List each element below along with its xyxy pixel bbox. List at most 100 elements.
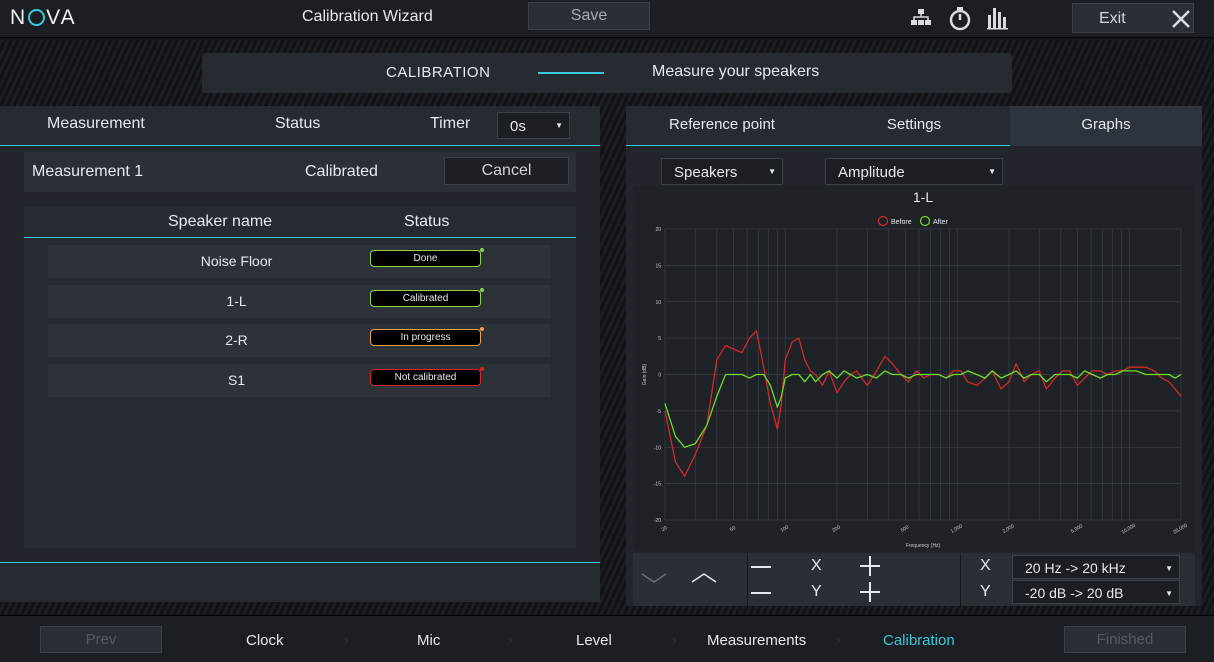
- zoom-in-x-icon[interactable]: [859, 555, 881, 577]
- x-tick-label: 20: [661, 525, 669, 533]
- y-range-value: -20 dB -> 20 dB: [1025, 585, 1124, 601]
- mode-select-value: Amplitude: [838, 164, 905, 181]
- y-tick-label: 15: [655, 263, 661, 269]
- top-bar: N VA Calibration Wizard Save Exit: [0, 0, 1214, 38]
- prev-button[interactable]: Prev: [40, 626, 162, 653]
- y-tick-label: 5: [658, 336, 661, 342]
- speaker-name: 2-R: [225, 332, 248, 348]
- speaker-row[interactable]: 1-L Calibrated: [48, 285, 551, 318]
- zoom-in-y-icon[interactable]: [859, 581, 881, 603]
- x-tick-label: 1,000: [950, 523, 964, 535]
- header-speaker-name: Speaker name: [168, 213, 273, 230]
- cancel-button[interactable]: Cancel: [444, 157, 569, 185]
- chart-title: 1-L: [913, 189, 933, 205]
- chevron-up-icon[interactable]: [691, 571, 717, 585]
- measurement-status: Calibrated: [305, 163, 378, 180]
- source-select-value: Speakers: [674, 164, 738, 181]
- speaker-name: Noise Floor: [200, 253, 273, 269]
- zoom-out-y-icon[interactable]: [751, 590, 771, 596]
- y-tick-label: -10: [654, 445, 661, 451]
- y-tick-label: 20: [655, 227, 661, 233]
- y-tick-label: -15: [654, 482, 661, 488]
- y-range-select[interactable]: -20 dB -> 20 dB ▼: [1012, 580, 1180, 604]
- chevron-down-icon: ▼: [555, 121, 563, 130]
- chevron-down-icon: ▼: [988, 167, 996, 176]
- step-name: CALIBRATION: [386, 64, 491, 81]
- legend-label: After: [933, 219, 948, 226]
- x-axis-label: Frequency (Hz): [906, 543, 941, 549]
- step-divider: [538, 72, 604, 74]
- measurement-header: Measurement Status Timer 0s ▼: [0, 106, 600, 146]
- y-tick-label: -5: [657, 409, 662, 415]
- step-description: Measure your speakers: [652, 63, 820, 80]
- network-icon[interactable]: [908, 5, 934, 31]
- nav-step-calibration[interactable]: Calibration: [883, 632, 955, 649]
- chevron-down-icon[interactable]: [641, 571, 667, 585]
- x-tick-label: 20,000: [1172, 523, 1188, 536]
- zoom-out-x-icon[interactable]: [751, 564, 771, 570]
- x-tick-label: 100: [780, 524, 790, 533]
- chevron-right-icon: ›: [344, 632, 349, 647]
- range-x-label: X: [980, 557, 991, 574]
- zoom-y-label: Y: [811, 583, 822, 600]
- stopwatch-icon[interactable]: [947, 5, 973, 31]
- chart-area[interactable]: 1-L Before After -20 -15 -10 -5 0 5 10 15 20 20 50 100…: [633, 186, 1195, 551]
- divider: [747, 553, 748, 606]
- speaker-name: S1: [227, 372, 246, 388]
- header-measurement: Measurement: [47, 115, 145, 132]
- x-tick-label: 50: [729, 525, 737, 533]
- x-range-value: 20 Hz -> 20 kHz: [1025, 560, 1126, 576]
- timer-value: 0s: [510, 118, 526, 135]
- save-button[interactable]: Save: [528, 2, 650, 30]
- range-y-label: Y: [980, 583, 991, 600]
- chevron-right-icon: ›: [836, 632, 841, 647]
- tab-bar: Reference point Settings Graphs: [626, 106, 1202, 146]
- amplitude-chart[interactable]: 1-L Before After -20 -15 -10 -5 0 5 10 15 20 20 50 100…: [633, 186, 1195, 551]
- nav-step-level[interactable]: Level: [576, 632, 612, 649]
- legend-marker: [877, 215, 889, 227]
- divider: [960, 553, 961, 606]
- tab-reference-point[interactable]: Reference point: [626, 106, 818, 146]
- graph-panel: Reference point Settings Graphs Speakers…: [626, 106, 1202, 606]
- window-title: Calibration Wizard: [302, 8, 433, 25]
- nav-step-measurements[interactable]: Measurements: [707, 632, 806, 649]
- measurement-row[interactable]: Measurement 1 Calibrated Cancel: [24, 152, 576, 192]
- x-tick-label: 5,000: [1070, 523, 1084, 535]
- exit-label: Exit: [1099, 10, 1126, 27]
- exit-button[interactable]: Exit: [1072, 3, 1194, 33]
- finished-button[interactable]: Finished: [1064, 626, 1186, 653]
- chevron-down-icon: ▼: [768, 167, 776, 176]
- speaker-row[interactable]: 2-R In progress: [48, 324, 551, 357]
- speaker-row[interactable]: Noise Floor Done: [48, 245, 551, 278]
- measurement-name: Measurement 1: [32, 163, 144, 180]
- nav-step-mic[interactable]: Mic: [417, 632, 440, 649]
- step-header: CALIBRATION Measure your speakers: [202, 53, 1012, 93]
- x-tick-label: 10,000: [1121, 523, 1137, 536]
- chevron-right-icon: ›: [508, 632, 513, 647]
- x-tick-label: 500: [900, 524, 910, 533]
- y-axis-label: Gain (dB): [642, 363, 648, 385]
- header-speaker-status: Status: [404, 213, 450, 230]
- nav-step-clock[interactable]: Clock: [246, 632, 284, 649]
- zoom-x-label: X: [811, 557, 822, 574]
- bar-chart-icon[interactable]: [985, 5, 1011, 31]
- wizard-navigation: Prev Clock › Mic › Level › Measurements …: [0, 615, 1214, 662]
- status-dot: [480, 367, 484, 371]
- graph-controls: X Y X Y 20 Hz -> 20 kHz ▼ -20 dB -> 20 d…: [633, 553, 1195, 606]
- chevron-down-icon: ▼: [1165, 564, 1173, 573]
- nova-logo: N VA: [10, 6, 77, 29]
- tab-graphs[interactable]: Graphs: [1010, 106, 1202, 146]
- source-select[interactable]: Speakers ▼: [661, 158, 783, 185]
- legend-label: Before: [891, 219, 912, 226]
- speaker-name: 1-L: [226, 293, 247, 309]
- mode-select[interactable]: Amplitude ▼: [825, 158, 1003, 185]
- speaker-list-header: Speaker name Status: [24, 206, 576, 238]
- speaker-row[interactable]: S1 Not calibrated: [48, 364, 551, 397]
- tab-settings[interactable]: Settings: [818, 106, 1010, 146]
- y-tick-label: 0: [658, 373, 661, 379]
- status-dot: [480, 327, 484, 331]
- x-tick-label: 200: [831, 524, 841, 533]
- x-range-select[interactable]: 20 Hz -> 20 kHz ▼: [1012, 555, 1180, 579]
- timer-select[interactable]: 0s ▼: [497, 112, 570, 139]
- header-status: Status: [275, 115, 321, 132]
